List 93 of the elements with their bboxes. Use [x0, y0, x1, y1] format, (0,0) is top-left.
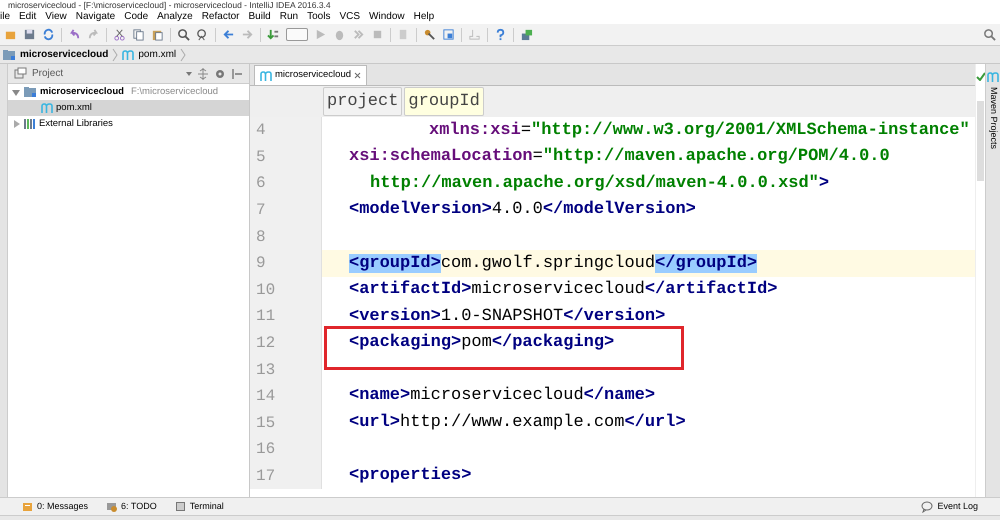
line-number: 14 — [250, 382, 322, 410]
chevron-icon — [180, 48, 186, 62]
expanded-arrow-icon[interactable] — [12, 88, 20, 96]
line-number: 16 — [250, 436, 322, 463]
breadcrumb-item[interactable]: microservicecloud — [20, 47, 108, 62]
sync-icon[interactable] — [42, 28, 55, 41]
search-icon[interactable] — [983, 28, 996, 41]
line-number: 7 — [250, 196, 322, 224]
code-line: <version>1.0-SNAPSHOT</version> — [349, 306, 666, 328]
menu-item[interactable]: Refactor — [202, 11, 240, 23]
structure-icon[interactable] — [442, 28, 455, 41]
menu-item[interactable]: View — [45, 11, 67, 23]
tool-window-button[interactable]: 0: Messages — [22, 500, 88, 514]
paste-icon[interactable] — [151, 28, 164, 41]
menu-item[interactable]: VCS — [339, 11, 360, 23]
line-number: 12 — [250, 330, 322, 356]
settings-icon[interactable] — [423, 28, 436, 41]
line-number: 17 — [250, 462, 322, 490]
code-line: <modelVersion>4.0.0</modelVersion> — [349, 199, 696, 222]
maven-icon[interactable] — [987, 70, 999, 83]
tag-breadcrumb[interactable]: groupId — [404, 86, 484, 116]
maven-file-icon — [41, 101, 53, 115]
menu-item[interactable]: Help — [414, 11, 434, 23]
tree-item[interactable]: pom.xml — [8, 100, 249, 116]
line-number: 13 — [250, 356, 322, 383]
todo-icon — [106, 501, 118, 512]
tree-item[interactable]: External Libraries — [8, 116, 249, 132]
tree-item[interactable]: microservicecloud F:\microservicecloud — [8, 84, 249, 100]
menu-item[interactable]: Run — [280, 11, 298, 23]
window-title: microservicecloud - [F:\microservicecloud] - microservicecloud - IntelliJ IDEA 2016.3.4 — [8, 0, 331, 10]
tool-window-button[interactable]: Terminal — [174, 500, 224, 514]
copy-icon[interactable] — [132, 28, 145, 41]
cut-icon[interactable] — [113, 28, 126, 41]
collapse-icon[interactable] — [197, 68, 209, 80]
line-number: 6 — [250, 170, 322, 197]
menu-item[interactable]: Build — [248, 11, 271, 23]
settings-icon[interactable] — [214, 68, 226, 80]
menu-item[interactable]: Code — [124, 11, 148, 23]
menu-item[interactable]: Window — [369, 11, 405, 23]
line-number: 5 — [250, 144, 322, 170]
menu-item[interactable]: Analyze — [157, 11, 193, 23]
code-line: <properties> — [349, 465, 472, 488]
editor-tab[interactable]: microservicecloud — [254, 65, 368, 85]
code-line: <artifactId>microservicecloud</artifactId> — [349, 279, 778, 302]
scrollbar[interactable] — [977, 101, 984, 181]
speech-bubble-icon — [921, 500, 934, 512]
replace-icon[interactable] — [196, 28, 209, 41]
run-config-dropdown[interactable] — [286, 28, 308, 41]
panel-title[interactable]: Project — [32, 66, 64, 81]
help-icon[interactable] — [494, 28, 507, 41]
code-line: http://maven.apache.org/xsd/maven-4.0.0.xsd"> — [370, 172, 830, 195]
build-icon[interactable] — [267, 28, 280, 41]
close-icon[interactable] — [354, 72, 362, 79]
code-line: <name>microservicecloud</name> — [349, 385, 656, 408]
search-icon[interactable] — [177, 28, 190, 41]
maven-file-icon — [260, 68, 272, 82]
undo-icon[interactable] — [68, 28, 81, 41]
line-number: 8 — [250, 223, 322, 250]
code-line: <packaging>pom</packaging> — [349, 332, 614, 354]
breadcrumb-item[interactable]: pom.xml — [138, 47, 176, 62]
tag-breadcrumb[interactable]: project — [323, 86, 402, 116]
collapsed-arrow-icon[interactable] — [12, 120, 20, 128]
dropdown-caret-icon[interactable] — [186, 72, 192, 76]
event-log-button[interactable]: Event Log — [921, 500, 978, 514]
messages-icon — [22, 501, 33, 512]
menu-item[interactable]: Tools — [307, 11, 330, 23]
module-folder-icon — [2, 48, 16, 62]
code-line: <groupId>com.gwolf.springcloud</groupId> — [349, 252, 758, 275]
maven-file-icon — [122, 48, 134, 62]
database-icon[interactable] — [520, 28, 533, 41]
module-folder-icon — [23, 85, 37, 99]
menu-item[interactable]: Edit — [19, 11, 36, 23]
library-icon — [23, 117, 36, 131]
menu-item[interactable]: Navigate — [76, 11, 116, 23]
line-number: 9 — [250, 250, 322, 277]
save-icon[interactable] — [23, 28, 36, 41]
terminal-icon — [174, 501, 186, 512]
check-icon — [976, 72, 986, 81]
line-number: 15 — [250, 410, 322, 436]
project-view-icon — [14, 67, 27, 80]
folder-path: F:\microservicecloud — [130, 84, 218, 99]
tool-window-button[interactable]: 6: TODO — [106, 500, 157, 514]
tool-window-button[interactable]: Maven Projects — [986, 87, 1000, 150]
line-number: 4 — [250, 117, 322, 144]
chevron-icon — [112, 48, 118, 62]
back-arrow-icon[interactable] — [222, 28, 235, 41]
code-line: <url>http://www.example.com</url> — [349, 412, 686, 434]
line-number: 11 — [250, 303, 322, 330]
hide-icon[interactable] — [231, 68, 243, 80]
code-line: xmlns:xsi="http://www.w3.org/2001/XMLSchema-instance" — [429, 120, 970, 142]
line-number: 10 — [250, 276, 322, 304]
menu-item[interactable]: ile — [0, 11, 10, 23]
code-line: xsi:schemaLocation="http://maven.apache.org/POM/4.0.0 — [349, 146, 890, 168]
